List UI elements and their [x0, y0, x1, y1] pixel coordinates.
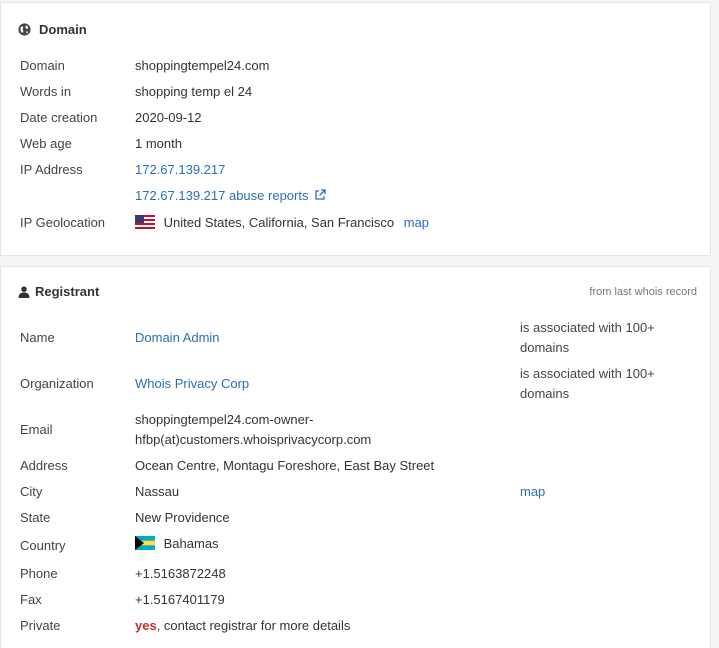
words-in-value: shopping temp el 24 [135, 84, 253, 99]
fax-value: +1.5167401179 [135, 592, 225, 607]
registrant-title-text: Registrant [35, 284, 100, 299]
date-creation-label: Date creation [20, 110, 98, 125]
name-association-line1: is associated with 100+ [520, 320, 655, 335]
words-in-label: Words in [20, 84, 72, 99]
private-details-text: , contact registrar for more details [156, 618, 351, 633]
abuse-reports-text: 172.67.139.217 abuse reports [135, 188, 309, 203]
bahamas-flag-icon [135, 536, 155, 550]
fax-label: Fax [20, 592, 42, 607]
registrant-panel-title: Registrant [18, 284, 99, 299]
geolocation-map-link[interactable]: map [404, 215, 429, 230]
city-value: Nassau [135, 484, 180, 499]
country-value-wrap: Bahamas [135, 536, 219, 551]
name-association-line2: domains [520, 340, 570, 355]
state-value: New Providence [135, 510, 230, 525]
whois-record-note: from last whois record [589, 286, 697, 298]
date-creation-value: 2020-09-12 [135, 110, 202, 125]
ip-geolocation-value: United States, California, San Francisco [163, 215, 395, 230]
address-value: Ocean Centre, Montagu Foreshore, East Ba… [135, 458, 435, 473]
abuse-reports-link[interactable]: 172.67.139.217 abuse reports [135, 188, 326, 203]
phone-label: Phone [20, 566, 58, 581]
city-map-link[interactable]: map [520, 484, 545, 499]
domain-value: shoppingtempel24.com [135, 58, 270, 73]
private-yes-text: yes [135, 618, 157, 633]
email-label: Email [20, 422, 53, 437]
email-value-line1: shoppingtempel24.com-owner- [135, 412, 314, 427]
address-label: Address [20, 458, 68, 473]
web-age-label: Web age [20, 136, 72, 151]
registrant-panel: Registrant from last whois record Name D… [0, 266, 711, 648]
us-flag-icon [135, 215, 155, 229]
ip-address-link[interactable]: 172.67.139.217 [135, 162, 225, 177]
state-label: State [20, 510, 51, 525]
external-link-icon [315, 189, 326, 200]
private-label: Private [20, 618, 61, 633]
organization-label: Organization [20, 376, 94, 391]
organization-association-line2: domains [520, 386, 570, 401]
country-label: Country [20, 538, 66, 553]
ip-geolocation-value-wrap: United States, California, San Francisco… [135, 215, 429, 230]
private-value: yes, contact registrar for more details [135, 618, 350, 633]
user-icon [18, 285, 30, 298]
domain-panel: Domain Domain shoppingtempel24.com Words… [0, 2, 711, 256]
email-value: shoppingtempel24.com-owner- hfbp(at)cust… [135, 410, 371, 450]
phone-value: +1.5163872248 [135, 566, 226, 581]
domain-title-text: Domain [39, 22, 87, 37]
web-age-value: 1 month [135, 136, 182, 151]
organization-link[interactable]: Whois Privacy Corp [135, 376, 249, 391]
domain-label: Domain [20, 58, 65, 73]
domain-panel-title: Domain [18, 22, 87, 37]
city-label: City [20, 484, 43, 499]
name-link[interactable]: Domain Admin [135, 330, 220, 345]
organization-association: is associated with 100+ domains [520, 364, 655, 404]
email-value-line2: hfbp(at)customers.whoisprivacycorp.com [135, 432, 372, 447]
ip-geolocation-label: IP Geolocation [20, 215, 106, 230]
country-value: Bahamas [163, 536, 219, 551]
name-label: Name [20, 330, 55, 345]
ip-address-label: IP Address [20, 162, 83, 177]
organization-association-line1: is associated with 100+ [520, 366, 655, 381]
name-association: is associated with 100+ domains [520, 318, 655, 358]
globe-icon [18, 23, 31, 36]
